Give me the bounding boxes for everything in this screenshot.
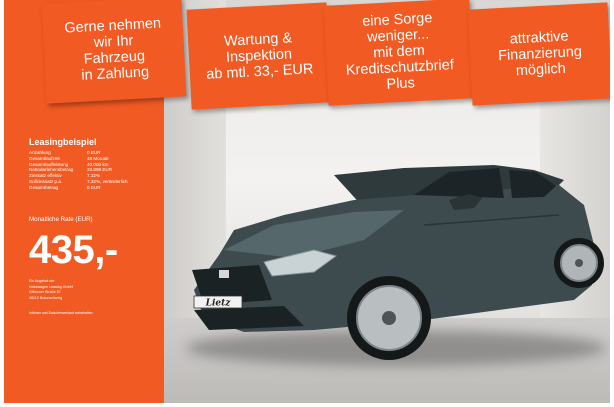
banner-text: attraktive Finanzierung möglich — [497, 28, 583, 80]
car-emblem — [219, 270, 229, 278]
provider-info: Ein Angebot der Volkswagen Leasing GmbH … — [29, 279, 73, 301]
banner-credit-protection: eine Sorge weniger... mit dem Kreditschu… — [323, 0, 475, 106]
monthly-price: 435,- — [29, 228, 118, 272]
banner-trade-in: Gerne nehmen wir Ihr Fahrzeug in Zahlung — [41, 0, 187, 104]
banner-text: Gerne nehmen wir Ihr Fahrzeug in Zahlung — [64, 15, 162, 84]
leasing-title: Leasingbeispiel — [29, 137, 97, 147]
car-lower-grille — [194, 306, 304, 330]
leasing-table: Anzahlung 0 EUR Gesamtlaufzeit 48 Monate G… — [29, 150, 128, 191]
monthly-rate-label: Monatliche Rate (EUR) — [29, 216, 93, 223]
leasing-label: Gesamtbetrag — [29, 184, 59, 190]
license-plate-text: Lietz — [205, 299, 232, 309]
car-rear-hub — [575, 259, 583, 267]
banner-financing: attraktive Finanzierung möglich — [467, 2, 610, 106]
banner-text: Wartung & Inspektion ab mtl. 33,- EUR — [205, 30, 314, 83]
car-front-hub — [382, 311, 396, 325]
banner-text: eine Sorge weniger... mit dem Kreditschu… — [345, 10, 455, 93]
vehicle-advertisement: Lietz Leasingbeispiel Anzahlung 0 EUR Ges… — [4, 0, 610, 403]
provider-line: 38112 Braunschweig — [29, 295, 63, 300]
banner-maintenance: Wartung & Inspektion ab mtl. 33,- EUR — [186, 2, 332, 110]
leasing-row: Gesamtbetrag 0 EUR — [29, 185, 128, 191]
disclaimer-footnote: Irrtümer und Zwischenverkauf vorbehalten — [29, 311, 93, 315]
leasing-value: 0 EUR — [87, 184, 101, 190]
